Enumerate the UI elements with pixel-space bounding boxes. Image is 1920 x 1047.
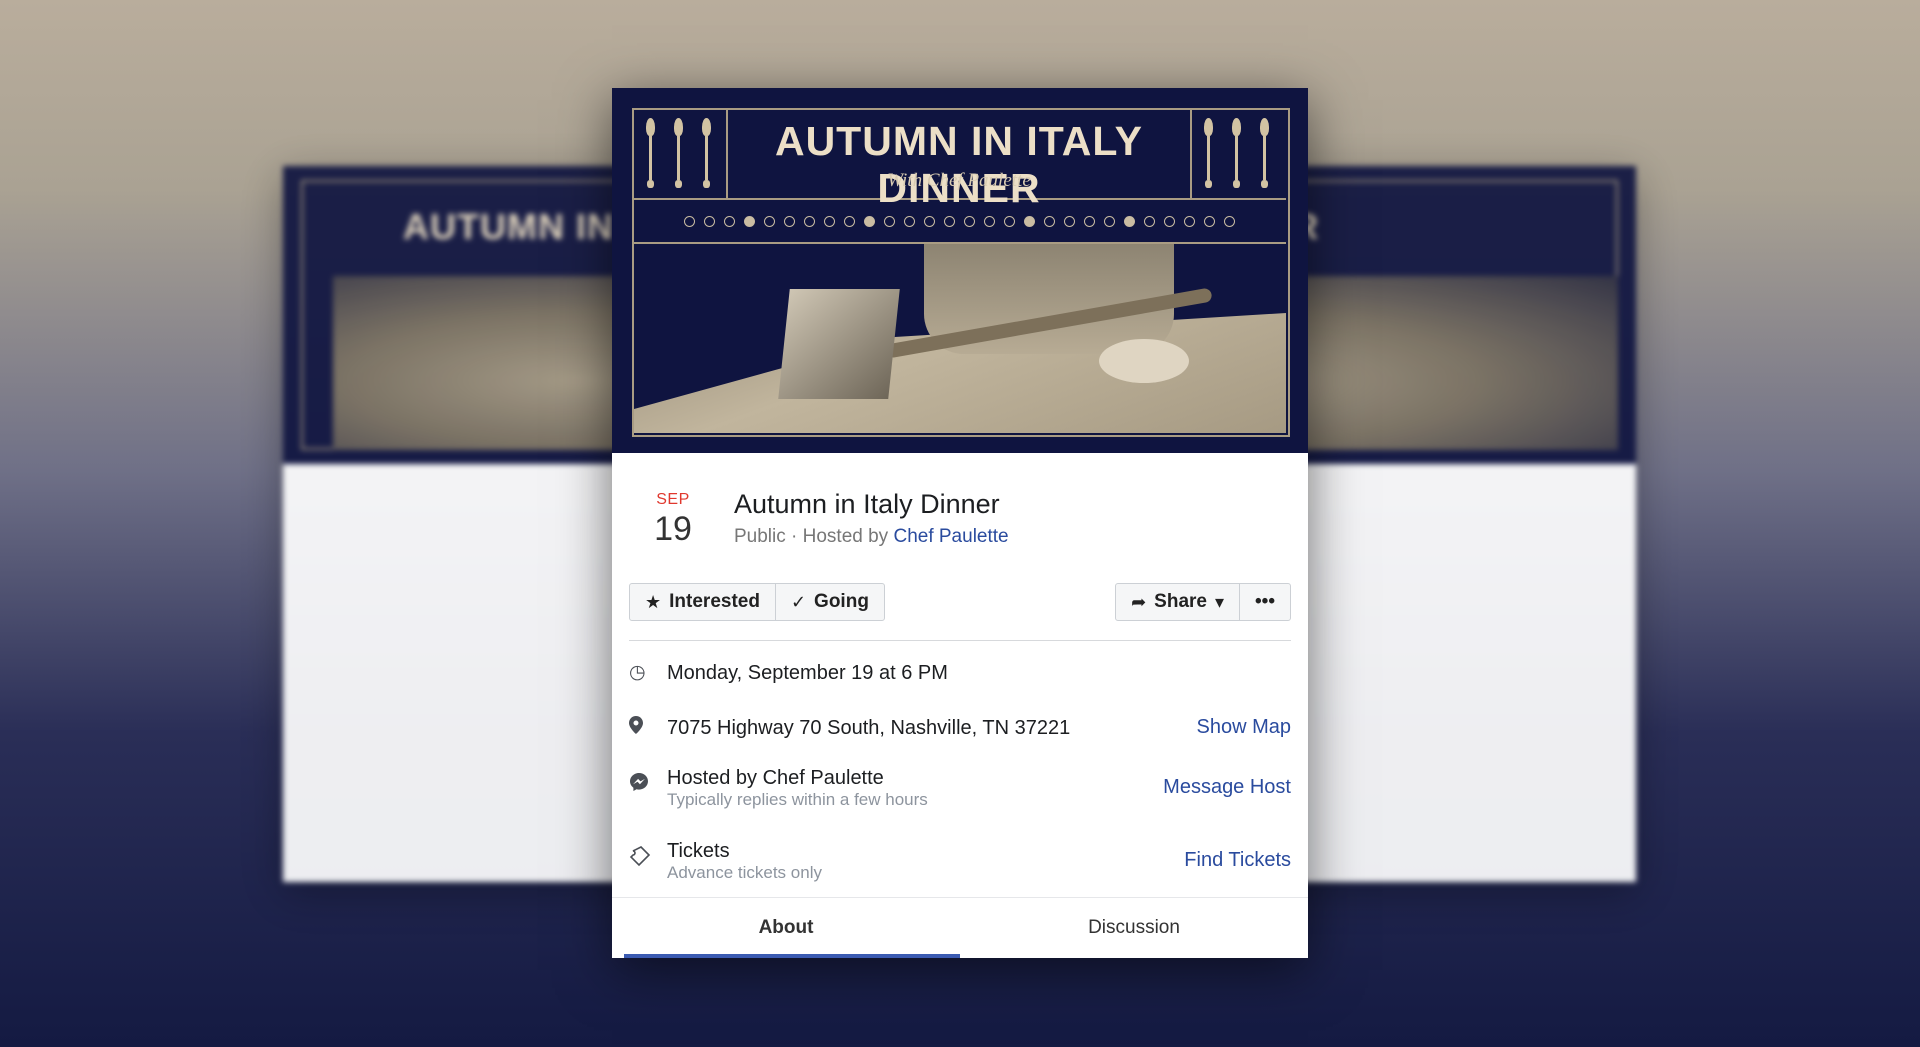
rsvp-buttons: ★ Interested ✓ Going <box>629 583 885 621</box>
ornament-dot <box>883 215 895 227</box>
going-label: Going <box>814 591 869 612</box>
utensils-left <box>632 108 728 198</box>
spoon-icon <box>1260 118 1269 190</box>
cover-photo-pasta-making <box>634 244 1286 433</box>
ornament-dot <box>1143 215 1155 227</box>
more-icon: ••• <box>1255 591 1275 612</box>
star-icon: ★ <box>645 591 662 612</box>
ornament-dot <box>1003 215 1015 227</box>
spoon-icon <box>646 118 655 190</box>
reply-time-text: Typically replies within a few hours <box>667 790 928 809</box>
ornament-dot <box>943 215 955 227</box>
event-tickets-row: Tickets Advance tickets only Find Ticket… <box>629 839 1291 883</box>
event-host-row: Hosted by Chef Paulette Typically replie… <box>629 766 1291 810</box>
event-datetime-row: ◷ Monday, September 19 at 6 PM <box>629 661 1291 685</box>
ornament-dot <box>1023 215 1035 227</box>
ticket-icon <box>629 839 667 873</box>
event-meta: Public · Hosted by Chef Paulette <box>734 526 1009 548</box>
ornament-dot <box>823 215 835 227</box>
spoon-icon <box>1232 118 1241 190</box>
share-buttons: ➦ Share ▾ ••• <box>1115 583 1291 621</box>
hosted-by-text: Hosted by Chef Paulette <box>667 767 884 789</box>
cover-title: AUTUMN IN ITALY DINNER <box>774 118 1144 211</box>
spoon-icon <box>1204 118 1213 190</box>
ornament-dot <box>723 215 735 227</box>
going-button[interactable]: ✓ Going <box>774 584 884 620</box>
interested-button[interactable]: ★ Interested <box>630 584 775 620</box>
event-title: Autumn in Italy Dinner <box>734 489 1000 519</box>
share-button[interactable]: ➦ Share ▾ <box>1116 584 1239 620</box>
ornament-dot <box>863 215 875 227</box>
tab-about[interactable]: About <box>612 898 960 958</box>
ornament-dot <box>763 215 775 227</box>
ornament-dot <box>983 215 995 227</box>
event-date-badge: SEP 19 <box>636 491 710 549</box>
ornament-dot <box>963 215 975 227</box>
cover-dot-ornament <box>632 200 1286 244</box>
event-host-link[interactable]: Chef Paulette <box>893 526 1008 547</box>
ornament-dot <box>1123 215 1135 227</box>
message-host-link[interactable]: Message Host <box>1163 766 1291 799</box>
more-options-button[interactable]: ••• <box>1239 584 1290 620</box>
show-map-link[interactable]: Show Map <box>1197 716 1292 739</box>
tab-discussion[interactable]: Discussion <box>960 898 1308 958</box>
ornament-dot <box>1103 215 1115 227</box>
ornament-dot <box>1083 215 1095 227</box>
caret-down-icon: ▾ <box>1214 591 1225 612</box>
event-address: 7075 Highway 70 South, Nashville, TN 372… <box>667 717 1071 739</box>
ornament-dot <box>803 215 815 227</box>
spoon-icon <box>702 118 711 190</box>
event-card: AUTUMN IN ITALY DINNER With Chef Paulett… <box>612 88 1308 958</box>
ornament-dot <box>1043 215 1055 227</box>
ornament-dot <box>1163 215 1175 227</box>
event-location-row: 7075 Highway 70 South, Nashville, TN 372… <box>629 716 1291 740</box>
tickets-title: Tickets <box>667 840 730 862</box>
ornament-dot <box>743 215 755 227</box>
cover-title-strip: AUTUMN IN ITALY DINNER With Chef Paulett… <box>632 108 1286 211</box>
ornament-dot <box>683 215 695 227</box>
messenger-icon <box>629 766 667 798</box>
event-tabs: About Discussion <box>612 897 1308 958</box>
find-tickets-link[interactable]: Find Tickets <box>1184 839 1291 872</box>
ornament-dot <box>1223 215 1235 227</box>
event-cover-image: AUTUMN IN ITALY DINNER With Chef Paulett… <box>612 88 1308 453</box>
ornament-dot <box>1203 215 1215 227</box>
ornament-dot <box>703 215 715 227</box>
ornament-dot <box>903 215 915 227</box>
location-pin-icon <box>629 716 667 740</box>
cover-subtitle: With Chef Paulette <box>887 170 1031 191</box>
check-icon: ✓ <box>790 591 807 612</box>
divider <box>629 640 1291 641</box>
utensils-right <box>1190 108 1286 198</box>
ornament-dot <box>923 215 935 227</box>
ornament-dot <box>1183 215 1195 227</box>
ornament-dot <box>1063 215 1075 227</box>
ornament-dot <box>783 215 795 227</box>
event-datetime: Monday, September 19 at 6 PM <box>667 662 948 684</box>
date-day: 19 <box>654 510 692 548</box>
share-arrow-icon: ➦ <box>1131 591 1147 612</box>
tickets-subtitle: Advance tickets only <box>667 863 822 882</box>
date-month: SEP <box>656 491 690 508</box>
ornament-dot <box>843 215 855 227</box>
interested-label: Interested <box>669 591 760 612</box>
share-label: Share <box>1154 591 1207 612</box>
clock-icon: ◷ <box>629 662 646 683</box>
spoon-icon <box>674 118 683 190</box>
event-visibility: Public · Hosted by <box>734 526 889 547</box>
